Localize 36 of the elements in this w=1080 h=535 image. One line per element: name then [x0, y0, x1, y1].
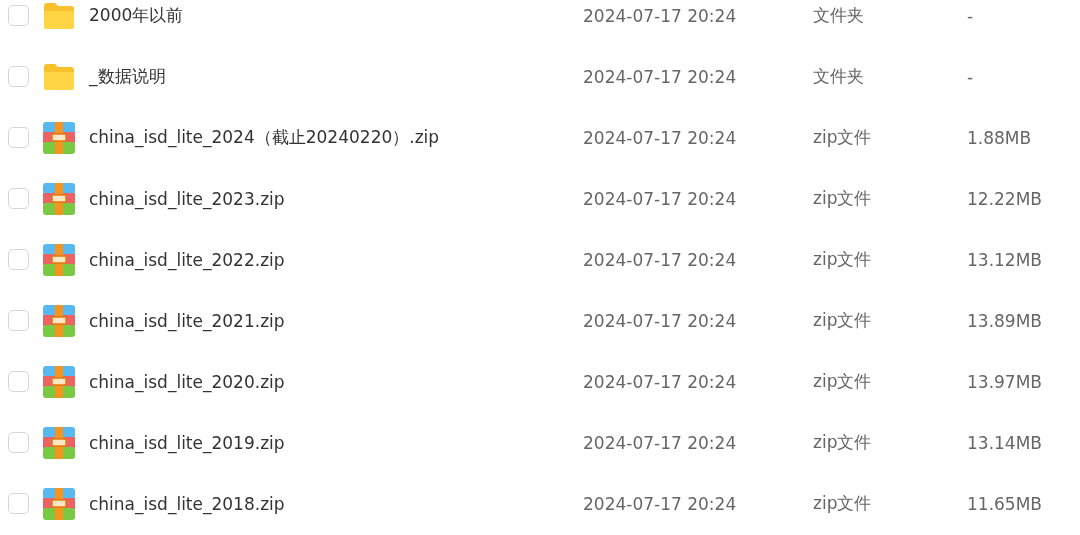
- file-type: 文件夹: [813, 65, 865, 88]
- modified-date: 2024-07-17 20:24: [583, 66, 738, 87]
- file-type: zip文件: [813, 370, 873, 393]
- file-type: zip文件: [813, 187, 873, 210]
- modified-date: 2024-07-17 20:24: [583, 310, 738, 331]
- file-size: -: [967, 66, 974, 87]
- file-size: 13.14MB: [967, 432, 1042, 453]
- file-size: 13.12MB: [967, 249, 1042, 270]
- file-size: 12.22MB: [967, 188, 1042, 209]
- file-name[interactable]: china_isd_lite_2022.zip: [89, 249, 583, 270]
- file-type: 文件夹: [813, 4, 865, 27]
- file-type: zip文件: [813, 431, 873, 454]
- file-name[interactable]: china_isd_lite_2021.zip: [89, 310, 583, 331]
- file-type: zip文件: [813, 248, 873, 271]
- file-size: 13.97MB: [967, 371, 1042, 392]
- file-name[interactable]: china_isd_lite_2023.zip: [89, 188, 583, 209]
- file-type: zip文件: [813, 492, 873, 515]
- modified-date: 2024-07-17 20:24: [583, 371, 738, 392]
- file-size: 1.88MB: [967, 127, 1032, 148]
- file-name[interactable]: china_isd_lite_2024（截止20240220）.zip: [89, 126, 583, 149]
- modified-date: 2024-07-17 20:24: [583, 249, 738, 270]
- file-type: zip文件: [813, 126, 873, 149]
- modified-date: 2024-07-17 20:24: [583, 188, 738, 209]
- file-name[interactable]: _数据说明: [89, 65, 583, 88]
- file-size: -: [967, 5, 974, 26]
- file-name[interactable]: china_isd_lite_2019.zip: [89, 432, 583, 453]
- file-name[interactable]: china_isd_lite_2018.zip: [89, 493, 583, 514]
- file-name[interactable]: 2000年以前: [89, 4, 583, 27]
- file-size: 13.89MB: [967, 310, 1042, 331]
- modified-date: 2024-07-17 20:24: [583, 493, 738, 514]
- modified-date: 2024-07-17 20:24: [583, 5, 738, 26]
- modified-date: 2024-07-17 20:24: [583, 127, 738, 148]
- file-name[interactable]: china_isd_lite_2020.zip: [89, 371, 583, 392]
- file-size: 11.65MB: [967, 493, 1042, 514]
- modified-date: 2024-07-17 20:24: [583, 432, 738, 453]
- file-type: zip文件: [813, 309, 873, 332]
